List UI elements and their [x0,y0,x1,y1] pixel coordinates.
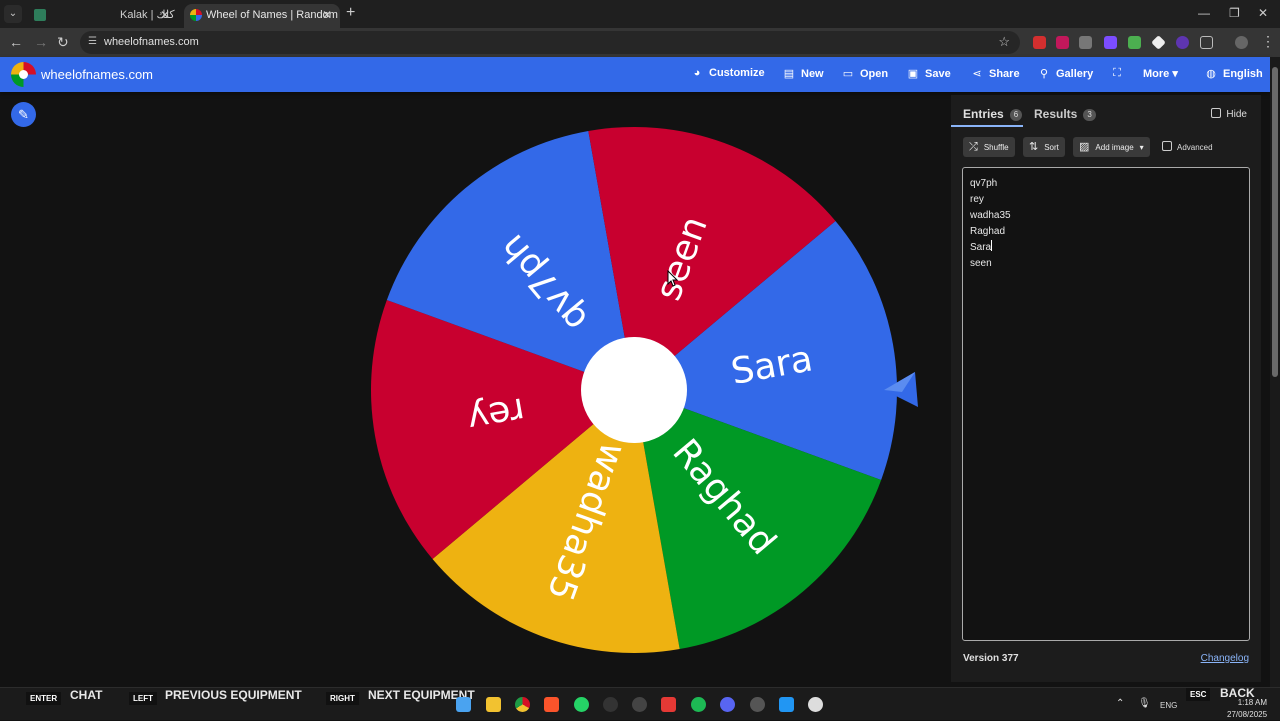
system-clock[interactable]: 1:18 AM 27/08/2025 [1227,691,1267,721]
advanced-checkbox[interactable]: Advanced [1162,141,1213,152]
tab-results[interactable]: Results 3 [1034,107,1096,121]
changelog-link[interactable]: Changelog [1201,653,1249,664]
hide-checkbox[interactable]: Hide [1211,108,1247,120]
whatsapp-icon[interactable] [574,697,589,712]
tab-entries[interactable]: Entries 6 [963,107,1023,121]
app-icon[interactable] [603,697,618,712]
image-icon: ▨ [1079,141,1090,153]
add-image-label: Add image [1095,143,1134,152]
hint-key-esc: ESC [1186,688,1211,701]
clock-time: 1:18 AM [1237,698,1268,707]
hide-label: Hide [1226,109,1247,120]
entries-textarea[interactable]: qv7ph rey wadha35 Raghad Sara seen [962,167,1250,641]
wheel-center-button[interactable] [581,337,687,443]
taskbar: ENTER CHAT LEFT PREVIOUS EQUIPMENT RIGHT… [0,686,1280,721]
hint-key-left: LEFT [129,692,157,705]
entry-line: wadha35 [970,210,1011,221]
entries-panel: Entries 6 Results 3 Hide ⤮ Shuffle ⇅ Sort ▨ A… [951,95,1261,682]
microphone-icon[interactable]: 🎙 [1138,698,1151,709]
mouse-cursor-icon [667,270,679,287]
windows-start-icon[interactable] [456,697,471,712]
clock-date: 27/08/2025 [1227,710,1268,719]
sort-label: Sort [1044,143,1059,152]
app-icon[interactable] [779,697,794,712]
hint-label-previous: PREVIOUS EQUIPMENT [165,688,302,702]
chrome-icon[interactable] [515,697,530,712]
spotify-icon[interactable] [691,697,706,712]
app-icon[interactable] [632,697,647,712]
brave-icon[interactable] [544,697,559,712]
active-tab-indicator [951,125,1023,127]
sort-icon: ⇅ [1029,141,1039,153]
entry-line: Raghad [970,226,1006,237]
results-tab-label: Results [1034,107,1078,121]
entry-text: Sara [970,242,992,253]
language-indicator[interactable]: ENG [1160,701,1177,710]
shuffle-button[interactable]: ⤮ Shuffle [963,137,1015,157]
results-count-badge: 3 [1083,109,1096,121]
app-icon[interactable] [808,697,823,712]
chevron-up-icon[interactable]: ⌃ [1116,698,1124,709]
file-explorer-icon[interactable] [486,697,501,712]
hint-key-enter: ENTER [26,692,62,705]
hint-key-right: RIGHT [326,692,359,705]
discord-icon[interactable] [720,697,735,712]
sort-button[interactable]: ⇅ Sort [1023,137,1065,157]
entry-line-with-caret: Sara [970,240,1242,256]
entries-tab-label: Entries [963,107,1004,121]
app-icon[interactable] [750,697,765,712]
add-image-button[interactable]: ▨ Add image ▾ [1073,137,1150,157]
chevron-down-icon: ▾ [1139,143,1144,152]
hint-label-chat: CHAT [70,688,103,702]
text-caret [991,240,993,251]
shuffle-icon: ⤮ [969,141,978,153]
checkbox-icon [1211,108,1222,118]
shuffle-label: Shuffle [983,143,1009,152]
version-label: Version 377 [963,653,1019,664]
app-icon[interactable] [661,697,676,712]
entries-count-badge: 6 [1009,109,1023,121]
entry-line: rey [970,194,984,205]
checkbox-icon [1162,141,1172,151]
advanced-label: Advanced [1177,143,1213,152]
entry-line: seen [970,258,992,269]
entry-line: qv7ph [970,178,998,189]
